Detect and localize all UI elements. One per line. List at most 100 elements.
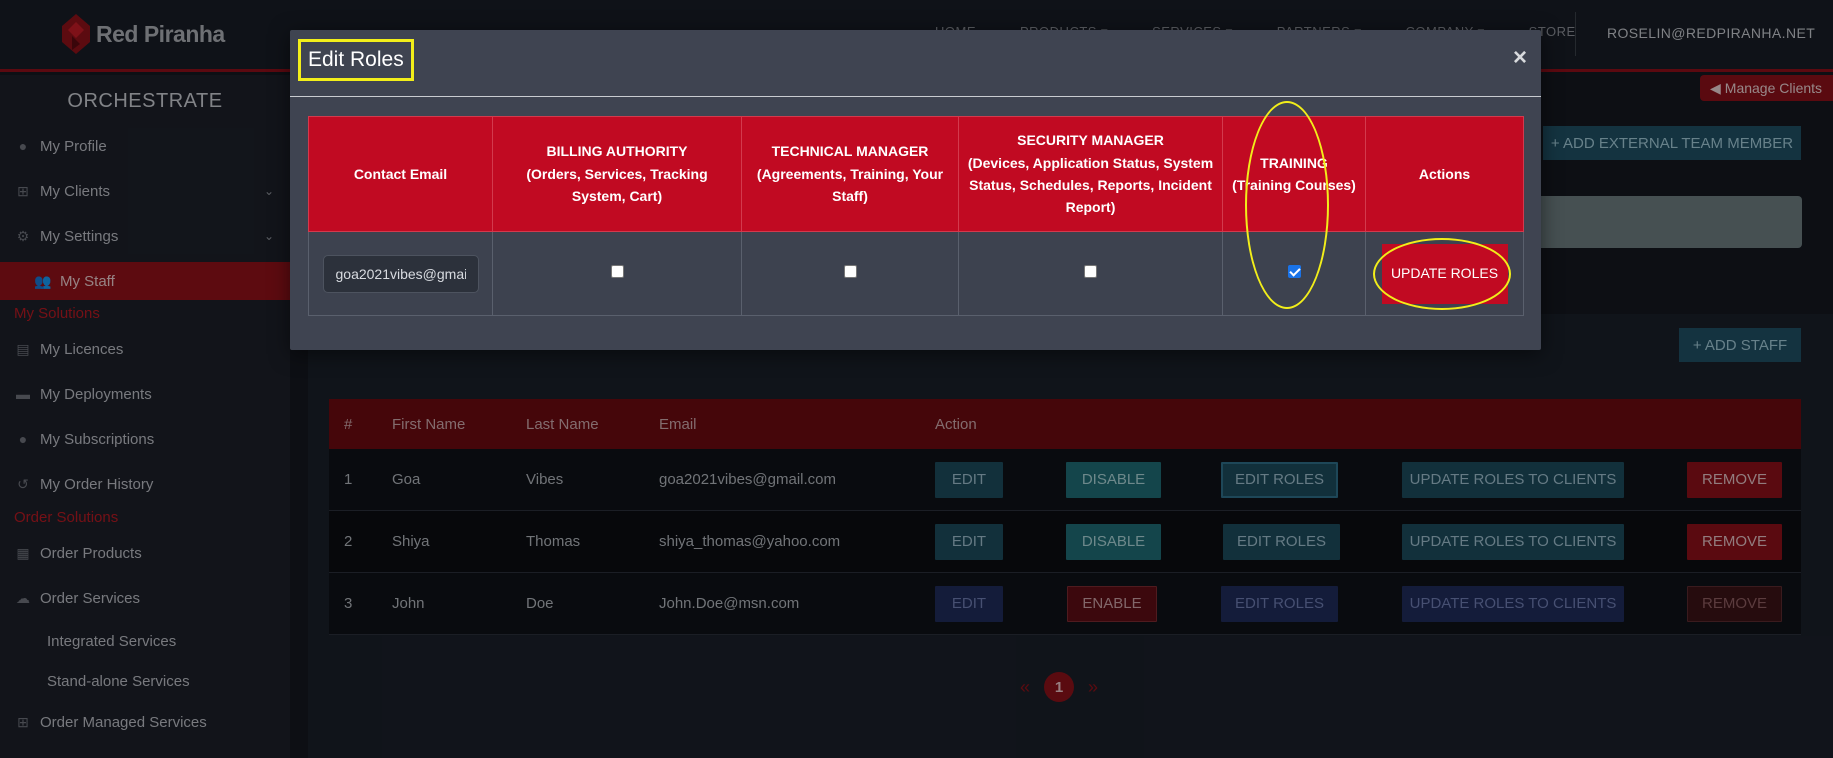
edit-button[interactable]: EDIT bbox=[935, 585, 1003, 622]
sidebar: ORCHESTRATE ● My Profile ⊞ My Clients ⌄ … bbox=[0, 75, 290, 758]
update-roles-to-clients-button[interactable]: UPDATE ROLES TO CLIENTS bbox=[1402, 585, 1624, 622]
modal-divider bbox=[290, 96, 1541, 97]
remove-button[interactable]: REMOVE bbox=[1687, 461, 1782, 498]
edit-roles-modal: Edit Roles × Contact Email BILLING AUTHO… bbox=[290, 30, 1541, 350]
brand-name: Red Piranha bbox=[96, 20, 225, 47]
sidebar-item-profile[interactable]: ● My Profile bbox=[0, 128, 290, 164]
row-num: 1 bbox=[344, 471, 353, 488]
sidebar-item-subscriptions[interactable]: ● My Subscriptions bbox=[0, 421, 290, 457]
nav-divider bbox=[1575, 12, 1576, 56]
close-icon[interactable]: × bbox=[1513, 44, 1527, 72]
modal-title: Edit Roles bbox=[298, 39, 414, 81]
staff-table: # First Name Last Name Email Action 1 Go… bbox=[329, 399, 1801, 635]
section-my-solutions: My Solutions bbox=[14, 305, 100, 322]
sidebar-item-order-products[interactable]: ▦ Order Products bbox=[0, 535, 290, 571]
sidebar-title: ORCHESTRATE bbox=[67, 90, 223, 112]
technical-cell bbox=[741, 231, 959, 316]
col-actions: Actions bbox=[1365, 116, 1524, 232]
security-manager-checkbox[interactable] bbox=[1084, 265, 1097, 278]
gear-icon: ⚙ bbox=[16, 227, 30, 244]
info-circle-icon: ● bbox=[18, 431, 28, 447]
sidebar-item-label: My Deployments bbox=[40, 385, 152, 403]
row-last-name: Thomas bbox=[526, 533, 581, 550]
sidebar-item-label: Order Managed Services bbox=[40, 713, 207, 731]
update-roles-highlight-ellipse bbox=[1373, 238, 1511, 310]
technical-manager-desc: (Agreements, Training, Your Staff) bbox=[756, 165, 944, 205]
info-circle-icon: ● bbox=[18, 138, 28, 154]
boxes-icon: ▦ bbox=[16, 544, 30, 561]
sidebar-item-managed-services[interactable]: ⊞ Order Managed Services bbox=[0, 704, 290, 740]
table-row: 1 Goa Vibes goa2021vibes@gmail.com EDIT … bbox=[329, 449, 1801, 511]
brand-logo[interactable]: Red Piranha bbox=[62, 14, 225, 54]
row-num: 3 bbox=[344, 595, 353, 612]
edit-roles-button[interactable]: EDIT ROLES bbox=[1221, 461, 1338, 498]
row-email: shiya_thomas@yahoo.com bbox=[659, 533, 841, 550]
sidebar-item-clients[interactable]: ⊞ My Clients ⌄ bbox=[0, 173, 290, 209]
chevron-down-icon: ⌄ bbox=[263, 184, 274, 198]
sidebar-item-label: Integrated Services bbox=[47, 632, 177, 650]
row-first-name: John bbox=[392, 595, 425, 612]
sidebar-item-label: My Settings bbox=[40, 227, 119, 245]
roles-table: Contact Email BILLING AUTHORITY (Orders,… bbox=[308, 116, 1524, 316]
sidebar-item-settings[interactable]: ⚙ My Settings ⌄ bbox=[0, 218, 290, 254]
table-header: # First Name Last Name Email Action bbox=[329, 399, 1801, 449]
sidebar-item-licences[interactable]: ▤ My Licences bbox=[0, 331, 290, 367]
billing-cell bbox=[492, 231, 742, 316]
sidebar-item-integrated-services[interactable]: Integrated Services bbox=[0, 623, 290, 659]
col-contact-email: Contact Email bbox=[308, 116, 493, 232]
disable-button[interactable]: DISABLE bbox=[1066, 523, 1161, 560]
technical-manager-checkbox[interactable] bbox=[843, 265, 857, 278]
row-last-name: Vibes bbox=[526, 471, 564, 488]
edit-roles-button[interactable]: EDIT ROLES bbox=[1221, 585, 1338, 622]
row-email: goa2021vibes@gmail.com bbox=[659, 471, 836, 488]
col-billing-authority: BILLING AUTHORITY (Orders, Services, Tra… bbox=[492, 116, 742, 232]
billing-authority-checkbox[interactable] bbox=[610, 265, 624, 278]
user-account-link[interactable]: ROSELIN@REDPIRANHA.NET bbox=[1607, 25, 1815, 41]
sidebar-item-order-services[interactable]: ☁ Order Services bbox=[0, 580, 290, 616]
sidebar-item-label: My Subscriptions bbox=[40, 430, 155, 448]
billing-authority-title: BILLING AUTHORITY bbox=[546, 143, 688, 160]
sidebar-item-deployments[interactable]: ▬ My Deployments bbox=[0, 376, 290, 412]
roles-row: UPDATE ROLES bbox=[308, 231, 1524, 316]
info-bar bbox=[1530, 196, 1802, 248]
manage-clients-button[interactable]: ◀ Manage Clients bbox=[1700, 75, 1833, 101]
page-1-button[interactable]: 1 bbox=[1044, 672, 1075, 702]
edit-button[interactable]: EDIT bbox=[935, 523, 1003, 560]
users-icon: 👥 bbox=[34, 272, 52, 289]
add-staff-button[interactable]: + ADD STAFF bbox=[1679, 328, 1801, 362]
sidebar-item-staff[interactable]: 👥 My Staff bbox=[0, 262, 290, 300]
prev-page-link[interactable]: « bbox=[1020, 677, 1030, 698]
col-first-name: First Name bbox=[392, 415, 466, 433]
sitemap-icon: ⊞ bbox=[17, 713, 29, 730]
disable-button[interactable]: DISABLE bbox=[1066, 461, 1161, 498]
col-num: # bbox=[344, 415, 353, 433]
remove-button[interactable]: REMOVE bbox=[1687, 585, 1782, 622]
manage-clients-label: Manage Clients bbox=[1724, 80, 1823, 96]
sidebar-item-label: My Clients bbox=[40, 182, 111, 200]
add-external-team-member-button[interactable]: + ADD EXTERNAL TEAM MEMBER bbox=[1543, 126, 1801, 160]
history-icon: ↺ bbox=[17, 475, 29, 492]
row-first-name: Shiya bbox=[392, 533, 430, 550]
sitemap-icon: ⊞ bbox=[17, 182, 29, 199]
col-security-manager: SECURITY MANAGER (Devices, Application S… bbox=[958, 116, 1223, 232]
pagination: « 1 » bbox=[1020, 672, 1098, 702]
col-email: Email bbox=[659, 415, 697, 433]
chevron-left-circle-icon: ◀ bbox=[1710, 79, 1721, 96]
sidebar-item-standalone-services[interactable]: Stand-alone Services bbox=[0, 663, 290, 699]
update-roles-to-clients-button[interactable]: UPDATE ROLES TO CLIENTS bbox=[1402, 461, 1624, 498]
remove-button[interactable]: REMOVE bbox=[1687, 523, 1782, 560]
sidebar-item-label: My Order History bbox=[40, 475, 154, 493]
contact-email-input[interactable] bbox=[322, 254, 479, 293]
enable-button[interactable]: ENABLE bbox=[1067, 585, 1157, 622]
row-email: John.Doe@msn.com bbox=[659, 595, 800, 612]
update-roles-to-clients-button[interactable]: UPDATE ROLES TO CLIENTS bbox=[1402, 523, 1624, 560]
row-last-name: Doe bbox=[526, 595, 554, 612]
sidebar-item-label: Order Products bbox=[40, 544, 142, 562]
edit-roles-button[interactable]: EDIT ROLES bbox=[1223, 523, 1340, 560]
next-page-link[interactable]: » bbox=[1088, 677, 1098, 698]
sidebar-item-order-history[interactable]: ↺ My Order History bbox=[0, 466, 290, 502]
cloud-icon: ☁ bbox=[16, 589, 30, 606]
edit-button[interactable]: EDIT bbox=[935, 461, 1003, 498]
security-manager-title: SECURITY MANAGER bbox=[1017, 132, 1164, 149]
sidebar-item-label: My Profile bbox=[40, 137, 107, 155]
